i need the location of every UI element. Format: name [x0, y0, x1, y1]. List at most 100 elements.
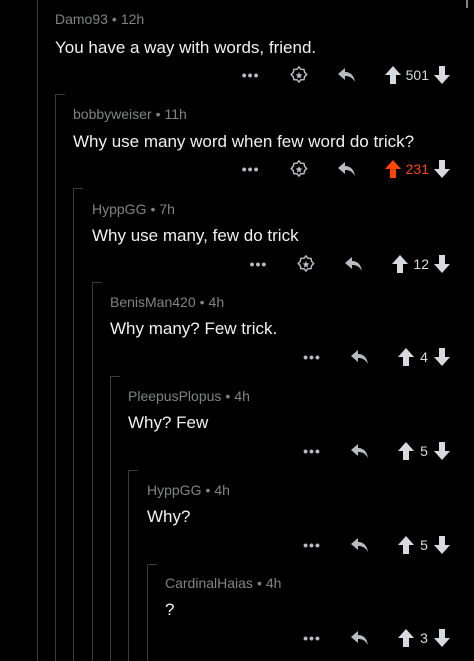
- comment-body: Why? Few: [128, 413, 209, 432]
- downvote-arrow-icon[interactable]: [434, 348, 450, 366]
- vote-controls: 5: [398, 536, 450, 554]
- thread-rail[interactable]: [92, 282, 93, 661]
- comment-body: You have a way with words, friend.: [55, 38, 317, 57]
- vote-controls: 12: [392, 255, 450, 273]
- comment-body: Why?: [147, 507, 191, 526]
- more-icon: •••: [241, 67, 260, 83]
- downvote-arrow-icon[interactable]: [434, 66, 450, 84]
- author-name[interactable]: Damo93: [55, 11, 108, 27]
- reply-arrow-icon: [351, 350, 368, 364]
- vote-controls: 231: [384, 160, 450, 178]
- more-button[interactable]: •••: [239, 161, 263, 177]
- more-button[interactable]: •••: [300, 538, 324, 552]
- more-button[interactable]: •••: [300, 443, 324, 459]
- thread-rail[interactable]: [37, 0, 38, 661]
- thread-rail[interactable]: [110, 376, 111, 661]
- comment: HyppGG • 4h Why? ••• 5: [147, 470, 474, 564]
- timestamp: 4h: [214, 482, 230, 498]
- comment: PleepusPlopus • 4h Why? Few ••• 5: [128, 376, 474, 470]
- comment-actions: ••• 501: [239, 63, 450, 87]
- award-icon: [289, 66, 308, 84]
- more-icon: •••: [303, 349, 321, 365]
- more-button[interactable]: •••: [239, 67, 263, 83]
- comment-body: Why many? Few trick.: [110, 319, 278, 338]
- more-icon: •••: [303, 443, 321, 459]
- timestamp: 11h: [164, 106, 187, 122]
- vote-score: 3: [420, 630, 428, 646]
- separator: •: [111, 11, 117, 27]
- comment-actions: ••• 5: [300, 439, 450, 463]
- comment: Damo93 • 12h You have a way with words, fr…: [55, 0, 474, 94]
- thread-rail[interactable]: [55, 94, 56, 661]
- thread-rail[interactable]: [147, 564, 148, 661]
- comment: BenisMan420 • 4h Why many? Few trick. ••• …: [110, 282, 474, 376]
- upvote-arrow-icon[interactable]: [398, 536, 414, 554]
- comment: CardinalHaias • 4h ? ••• 3: [165, 564, 474, 661]
- separator: •: [225, 388, 231, 404]
- reply-button[interactable]: [348, 629, 372, 647]
- vote-score: 5: [420, 537, 428, 553]
- upvote-arrow-icon[interactable]: [398, 442, 414, 460]
- downvote-arrow-icon[interactable]: [434, 160, 450, 178]
- timestamp: 4h: [234, 388, 250, 404]
- author-name[interactable]: HyppGG: [147, 482, 201, 498]
- comment-meta: CardinalHaias • 4h: [165, 575, 281, 591]
- author-name[interactable]: HyppGG: [92, 201, 146, 217]
- upvote-arrow-icon[interactable]: [398, 629, 414, 647]
- separator: •: [150, 201, 156, 217]
- more-button[interactable]: •••: [246, 257, 270, 271]
- reply-arrow-icon: [351, 444, 368, 458]
- author-name[interactable]: bobbyweiser: [73, 106, 152, 122]
- downvote-arrow-icon[interactable]: [434, 442, 450, 460]
- reply-arrow-icon: [337, 68, 355, 82]
- comment-actions: ••• 12: [246, 252, 450, 276]
- comment: bobbyweiser • 11h Why use many word when f…: [73, 94, 474, 188]
- vote-controls: 5: [398, 442, 450, 460]
- upvote-arrow-icon[interactable]: [392, 255, 409, 273]
- downvote-arrow-icon[interactable]: [434, 629, 450, 647]
- downvote-arrow-icon[interactable]: [434, 536, 450, 554]
- timestamp: 12h: [120, 11, 145, 27]
- upvote-arrow-icon[interactable]: [398, 348, 414, 366]
- more-icon: •••: [303, 630, 321, 646]
- thread-rail[interactable]: [73, 188, 74, 661]
- downvote-arrow-icon[interactable]: [434, 255, 450, 273]
- vote-score: 4: [420, 349, 428, 365]
- more-button[interactable]: •••: [300, 349, 324, 365]
- reply-arrow-icon: [351, 538, 368, 552]
- author-name[interactable]: BenisMan420: [110, 294, 196, 310]
- comment-meta: HyppGG • 4h: [147, 482, 230, 498]
- separator: •: [199, 294, 205, 310]
- comment: HyppGG • 7h Why use many, few do trick •••…: [92, 188, 474, 282]
- thread-rail-corner: [92, 282, 102, 283]
- comment-body: Why use many, few do trick: [92, 226, 299, 245]
- award-button[interactable]: [287, 66, 311, 84]
- vote-score: 501: [405, 67, 429, 83]
- reply-arrow-icon: [351, 631, 368, 645]
- separator: •: [256, 575, 262, 591]
- vote-score: 12: [413, 256, 429, 272]
- comment-thread: Damo93 • 12h You have a way with words, fr…: [0, 0, 474, 661]
- thread-rail[interactable]: [128, 470, 129, 661]
- reply-arrow-icon: [337, 162, 355, 176]
- reply-button[interactable]: [342, 255, 366, 273]
- timestamp: 7h: [159, 201, 175, 217]
- more-button[interactable]: •••: [300, 630, 324, 646]
- author-name[interactable]: PleepusPlopus: [128, 388, 221, 404]
- comment-actions: ••• 3: [300, 626, 450, 650]
- thread-rail-corner: [147, 564, 157, 565]
- reply-button[interactable]: [348, 348, 372, 366]
- reply-button[interactable]: [348, 442, 372, 460]
- award-button[interactable]: [287, 160, 311, 178]
- more-icon: •••: [241, 161, 260, 177]
- vote-controls: 4: [398, 348, 450, 366]
- author-name[interactable]: CardinalHaias: [165, 575, 253, 591]
- comment-actions: ••• 231: [239, 157, 450, 181]
- upvote-arrow-icon[interactable]: [384, 66, 401, 84]
- upvote-arrow-icon[interactable]: [384, 160, 401, 178]
- award-button[interactable]: [294, 255, 318, 273]
- thread-rail-corner: [73, 188, 83, 189]
- reply-button[interactable]: [335, 160, 359, 178]
- reply-button[interactable]: [348, 536, 372, 554]
- reply-button[interactable]: [335, 66, 359, 84]
